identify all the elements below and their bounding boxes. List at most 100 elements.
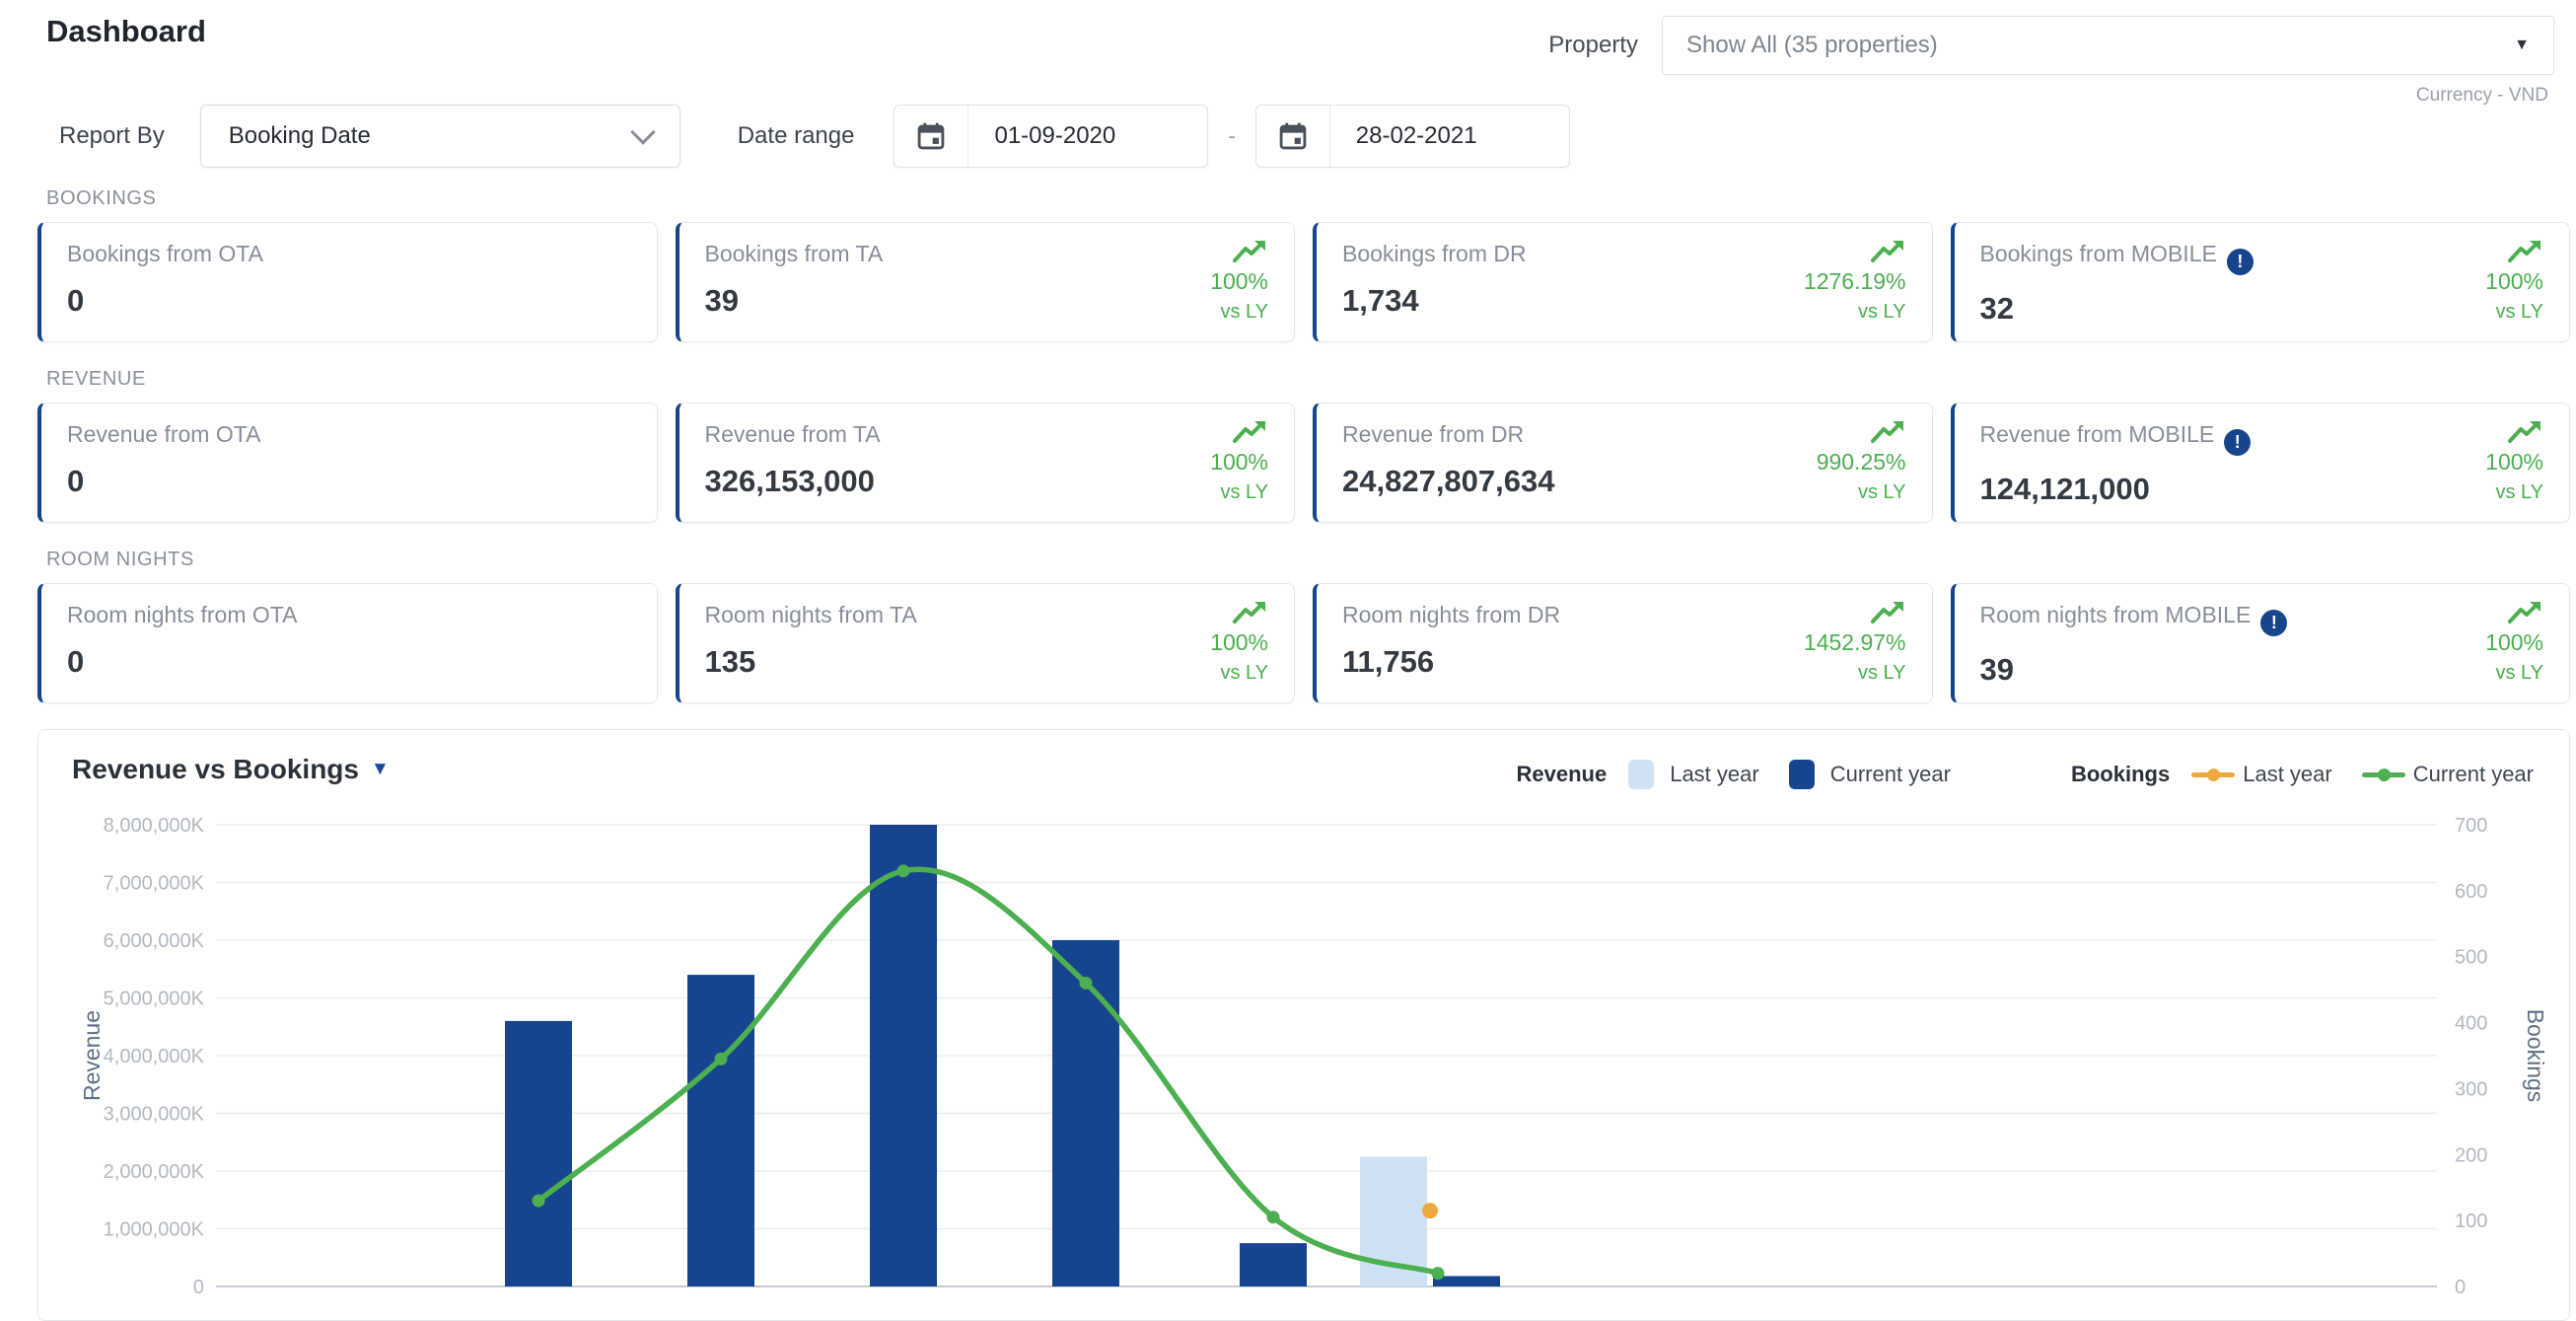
- kpi-card: Bookings from TA 39100%vs LY: [676, 222, 1296, 342]
- kpi-card-label-text: Revenue from OTA: [67, 421, 260, 447]
- trend-block: 100% vs LY: [2485, 239, 2543, 324]
- kpi-card: Room nights from MOBILE!39100%vs LY: [1951, 583, 2571, 703]
- legend-revenue-current-year[interactable]: Current year: [1789, 760, 1951, 789]
- section-heading: REVENUE: [46, 368, 2570, 391]
- info-badge-icon[interactable]: !: [2227, 249, 2254, 275]
- date-to-value: 28-02-2021: [1330, 122, 1569, 150]
- chevron-down-icon: [630, 119, 655, 144]
- trending-up-icon: [1233, 600, 1268, 624]
- bookings-current-year-point: [1432, 1267, 1445, 1280]
- kpi-card: Bookings from DR1,7341276.19%vs LY: [1313, 222, 1933, 342]
- kpi-card-value: 39: [705, 283, 1269, 319]
- trending-up-icon: [1871, 600, 1906, 624]
- y-left-tick-label: 4,000,000K: [104, 1046, 205, 1067]
- kpi-card-label: Bookings from TA: [705, 241, 1269, 267]
- trending-up-icon: [2508, 419, 2543, 444]
- calendar-icon: [1256, 106, 1330, 167]
- kpi-card-label-text: Bookings from MOBILE: [1980, 241, 2217, 266]
- y-right-tick-label: 300: [2455, 1078, 2487, 1100]
- kpi-card-value: 0: [67, 283, 631, 319]
- bar-revenue-current-year: [1433, 1276, 1500, 1286]
- kpi-card-label: Room nights from TA: [705, 602, 1269, 628]
- y-right-tick-label: 700: [2455, 815, 2487, 837]
- trend-vs-ly: vs LY: [1220, 301, 1268, 324]
- bar-revenue-current-year: [870, 825, 937, 1286]
- y-right-tick-label: 100: [2455, 1211, 2487, 1232]
- card-grid: Room nights from OTA 0 Room nights from TA…: [37, 583, 2570, 703]
- report-by-select[interactable]: Booking Date: [200, 105, 680, 168]
- trend-block: 990.25%vs LY: [1817, 419, 1906, 504]
- bookings-current-year-point: [533, 1195, 545, 1208]
- card-grid: Bookings from OTA0Bookings from TA39100%…: [37, 222, 2570, 342]
- trending-up-icon: [1233, 419, 1268, 444]
- trend-percent: 1276.19%: [1804, 268, 1906, 295]
- report-by-label: Report By: [59, 122, 165, 150]
- legend-bookings-title: Bookings: [2071, 762, 2170, 787]
- date-from-input[interactable]: 01-09-2020: [894, 105, 1208, 168]
- legend-bookings-current-year[interactable]: Current year: [2362, 762, 2534, 787]
- kpi-card-value: 32: [1980, 291, 2544, 327]
- section-heading: ROOM NIGHTS: [46, 549, 2570, 571]
- trend-percent: 100%: [2485, 268, 2543, 295]
- kpi-card: Revenue from OTA 0: [37, 403, 658, 523]
- date-to-input[interactable]: 28-02-2021: [1255, 105, 1570, 168]
- info-badge-icon[interactable]: !: [2224, 429, 2251, 456]
- kpi-card-value: 0: [67, 644, 631, 680]
- kpi-card-label: Revenue from OTA: [67, 421, 631, 448]
- kpi-card-label-text: Revenue from DR: [1342, 421, 1524, 447]
- chart-plot[interactable]: 8,000,000K7,000,000K6,000,000K5,000,000K…: [38, 730, 2570, 1321]
- legend-revenue-title: Revenue: [1516, 762, 1607, 787]
- kpi-card-label-text: Room nights from OTA: [67, 602, 297, 627]
- navy-swatch-icon: [1789, 760, 1815, 789]
- y-left-tick-label: 3,000,000K: [104, 1104, 205, 1126]
- trend-block: 100%vs LY: [1210, 239, 1268, 324]
- calendar-icon: [894, 106, 968, 167]
- property-select[interactable]: Show All (35 properties) ▼: [1662, 16, 2554, 75]
- caret-down-icon: ▼: [371, 759, 390, 780]
- legend-revenue-last-year[interactable]: Last year: [1628, 760, 1759, 789]
- y-right-tick-label: 200: [2455, 1144, 2487, 1166]
- orange-line-marker-icon: [2191, 772, 2235, 777]
- date-range-label: Date range: [738, 122, 855, 150]
- kpi-card-value: 326,153,000: [705, 464, 1269, 499]
- kpi-card: Revenue from MOBILE!124,121,000100%vs LY: [1951, 403, 2571, 523]
- kpi-card-label-text: Room nights from DR: [1342, 602, 1560, 627]
- kpi-card-value: 0: [67, 464, 631, 499]
- trend-block: 100%vs LY: [2485, 600, 2543, 685]
- filter-row: Report By Booking Date Date range 01-09-…: [59, 105, 1570, 168]
- kpi-card-label-text: Room nights from TA: [705, 602, 917, 627]
- kpi-sections: BOOKINGSBookings from OTA0Bookings from …: [37, 187, 2570, 1321]
- date-range-separator: -: [1228, 123, 1235, 149]
- trend-vs-ly: vs LY: [1858, 481, 1906, 504]
- kpi-card: Bookings from OTA 0: [37, 222, 658, 342]
- y-left-tick-label: 7,000,000K: [104, 873, 205, 895]
- trend-vs-ly: vs LY: [1220, 481, 1268, 504]
- legend-bookings-last-year[interactable]: Last year: [2191, 762, 2332, 787]
- trend-block: 1452.97%vs LY: [1804, 600, 1906, 685]
- trend-percent: 100%: [2485, 629, 2543, 656]
- chart-title: Revenue vs Bookings: [72, 754, 359, 785]
- y-right-tick-label: 500: [2455, 947, 2487, 969]
- chart-legend: Revenue Last year Current year Bookings …: [1516, 760, 2534, 789]
- chart-title-dropdown[interactable]: Revenue vs Bookings ▼: [72, 754, 390, 785]
- kpi-card-label-text: Revenue from TA: [705, 421, 881, 447]
- kpi-card-label-text: Room nights from MOBILE: [1980, 602, 2252, 627]
- trend-vs-ly: vs LY: [1858, 301, 1906, 324]
- trend-vs-ly: vs LY: [2495, 301, 2543, 324]
- kpi-card-label: Room nights from MOBILE!: [1980, 602, 2544, 636]
- report-by-value: Booking Date: [229, 122, 371, 150]
- property-row: Property Show All (35 properties) ▼: [1548, 16, 2554, 75]
- trend-percent: 100%: [1210, 449, 1268, 476]
- green-line-marker-icon: [2362, 772, 2405, 777]
- bookings-current-year-point: [897, 864, 910, 877]
- info-badge-icon[interactable]: !: [2260, 610, 2287, 636]
- kpi-card-label-text: Bookings from TA: [705, 241, 884, 266]
- dashboard-page: Dashboard Property Show All (35 properti…: [0, 0, 2576, 1318]
- y-left-tick-label: 8,000,000K: [104, 815, 205, 837]
- bookings-current-year-point: [715, 1053, 728, 1065]
- y-left-tick-label: 6,000,000K: [104, 930, 205, 952]
- y-right-tick-label: 600: [2455, 881, 2487, 903]
- trend-percent: 100%: [2485, 449, 2543, 476]
- bar-revenue-current-year: [1240, 1243, 1307, 1286]
- kpi-card-label-text: Bookings from OTA: [67, 241, 263, 266]
